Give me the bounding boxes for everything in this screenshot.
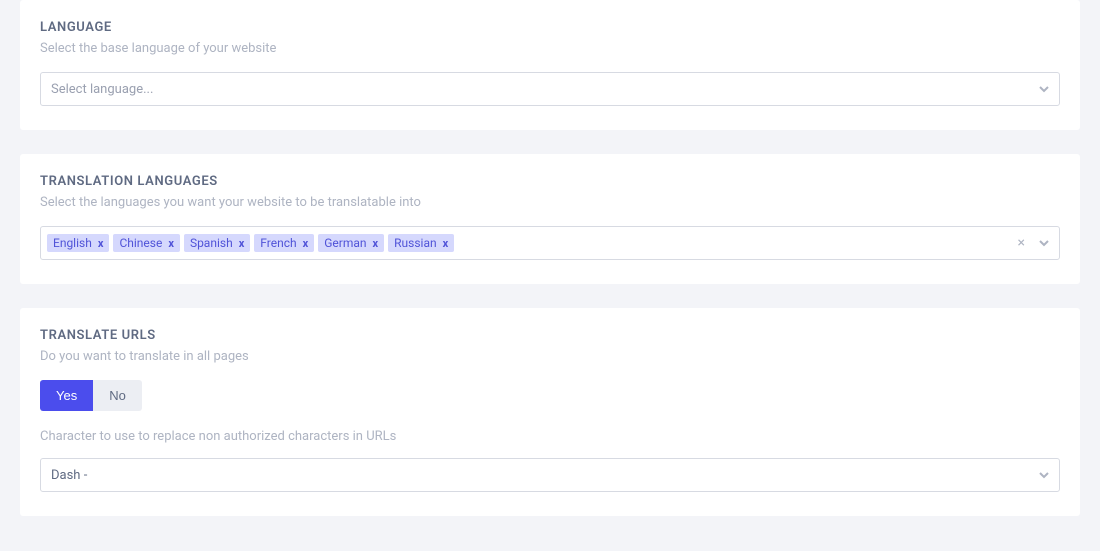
language-title: LANGUAGE bbox=[40, 20, 1060, 35]
tag-german[interactable]: German x bbox=[318, 234, 384, 252]
chevron-down-icon bbox=[1039, 470, 1049, 480]
url-char-select[interactable]: Dash - bbox=[40, 458, 1060, 492]
url-char-desc: Character to use to replace non authoriz… bbox=[40, 429, 1060, 444]
tag-label: Spanish bbox=[190, 236, 233, 250]
remove-icon[interactable]: x bbox=[303, 237, 309, 250]
remove-icon[interactable]: x bbox=[373, 237, 379, 250]
translation-languages-section: TRANSLATION LANGUAGES Select the languag… bbox=[20, 154, 1080, 284]
language-section: LANGUAGE Select the base language of you… bbox=[20, 0, 1080, 130]
translation-languages-desc: Select the languages you want your websi… bbox=[40, 195, 1060, 210]
translate-urls-toggle: Yes No bbox=[40, 380, 142, 411]
tag-label: English bbox=[53, 236, 92, 250]
chevron-down-icon bbox=[1039, 238, 1049, 248]
tag-russian[interactable]: Russian x bbox=[388, 234, 454, 252]
remove-icon[interactable]: x bbox=[443, 237, 449, 250]
remove-icon[interactable]: x bbox=[239, 237, 245, 250]
url-char-value: Dash - bbox=[51, 468, 87, 483]
tag-label: Chinese bbox=[119, 236, 162, 250]
translate-urls-no-button[interactable]: No bbox=[93, 380, 142, 411]
tag-chinese[interactable]: Chinese x bbox=[113, 234, 180, 252]
tag-french[interactable]: French x bbox=[254, 234, 314, 252]
tag-english[interactable]: English x bbox=[47, 234, 109, 252]
tag-label: French bbox=[260, 236, 296, 250]
translate-urls-desc: Do you want to translate in all pages bbox=[40, 349, 1060, 364]
translate-urls-title: TRANSLATE URLS bbox=[40, 328, 1060, 343]
remove-icon[interactable]: x bbox=[168, 237, 174, 250]
remove-icon[interactable]: x bbox=[98, 237, 104, 250]
language-select-placeholder: Select language... bbox=[51, 82, 153, 97]
language-select[interactable]: Select language... bbox=[40, 72, 1060, 106]
chevron-down-icon bbox=[1039, 84, 1049, 94]
translation-languages-multiselect[interactable]: English x Chinese x Spanish x French x G… bbox=[40, 226, 1060, 260]
language-desc: Select the base language of your website bbox=[40, 41, 1060, 56]
translate-urls-yes-button[interactable]: Yes bbox=[40, 380, 93, 411]
tag-spanish[interactable]: Spanish x bbox=[184, 234, 250, 252]
translation-languages-title: TRANSLATION LANGUAGES bbox=[40, 174, 1060, 189]
translate-urls-section: TRANSLATE URLS Do you want to translate … bbox=[20, 308, 1080, 516]
clear-all-icon[interactable]: × bbox=[1018, 236, 1025, 250]
tag-label: Russian bbox=[394, 236, 436, 250]
tag-label: German bbox=[324, 236, 366, 250]
